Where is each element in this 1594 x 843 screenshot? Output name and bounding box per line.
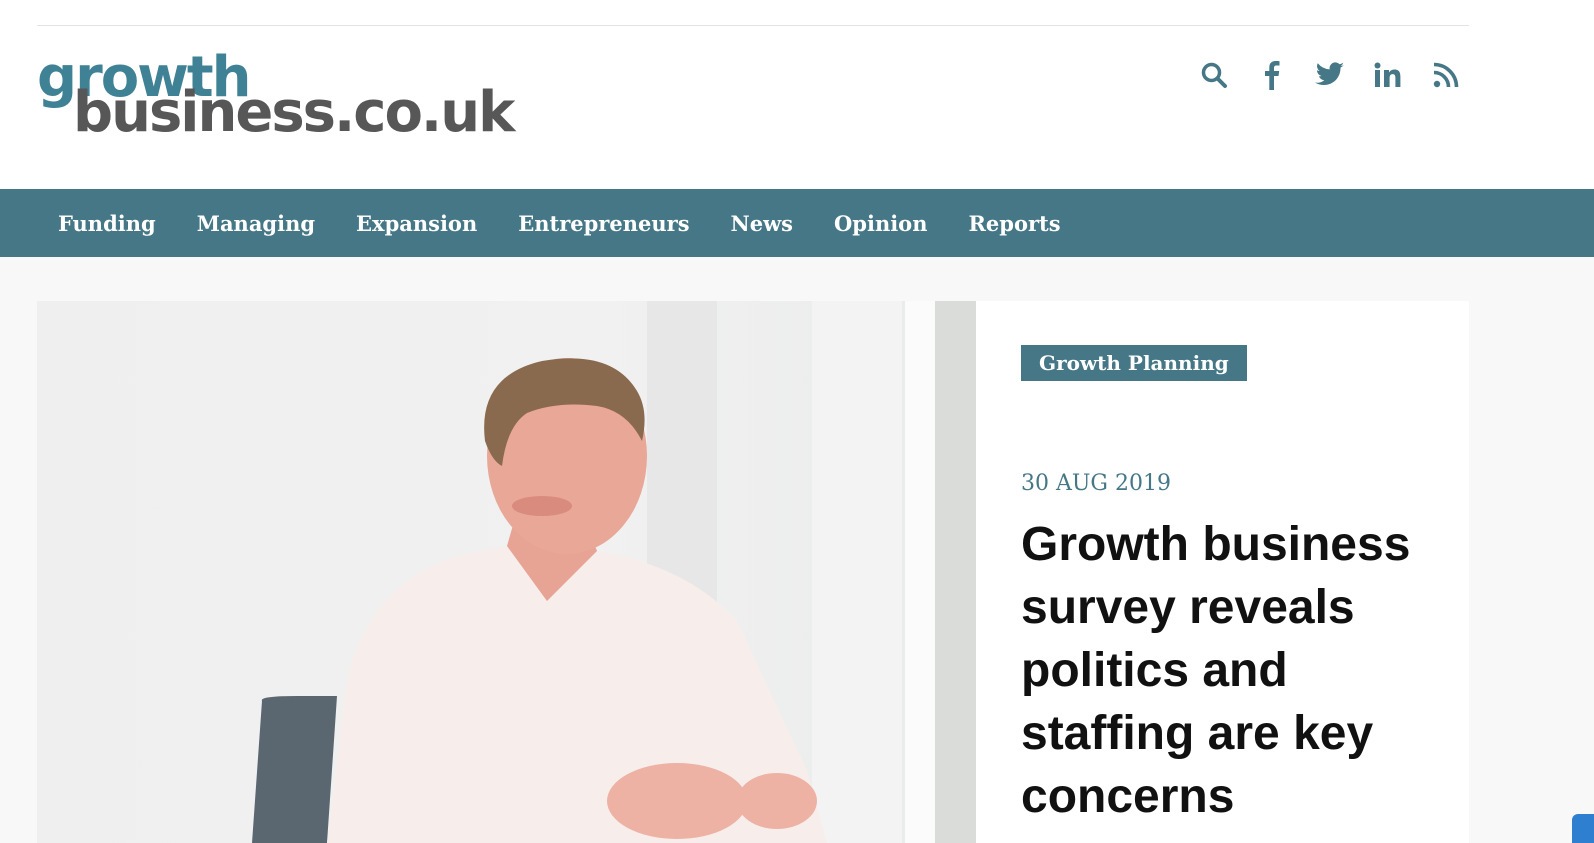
social-links [1198, 56, 1462, 94]
rss-icon[interactable] [1430, 59, 1462, 91]
site-logo[interactable]: growth business.co.uk [37, 50, 515, 145]
main-nav: Funding Managing Expansion Entrepreneurs… [0, 189, 1594, 257]
logo-line-2: business.co.uk [73, 80, 515, 145]
nav-item-funding[interactable]: Funding [58, 211, 156, 236]
chat-widget-tab[interactable] [1572, 814, 1594, 843]
nav-item-expansion[interactable]: Expansion [356, 211, 477, 236]
top-divider [37, 25, 1469, 26]
nav-item-entrepreneurs[interactable]: Entrepreneurs [518, 211, 689, 236]
category-tag[interactable]: Growth Planning [1021, 345, 1247, 381]
nav-item-reports[interactable]: Reports [968, 211, 1060, 236]
nav-item-news[interactable]: News [731, 211, 793, 236]
nav-item-managing[interactable]: Managing [197, 211, 315, 236]
linkedin-icon[interactable] [1372, 59, 1404, 91]
article-headline[interactable]: Growth business survey reveals politics … [1021, 513, 1451, 828]
article-date: 30 AUG 2019 [1021, 471, 1171, 496]
nav-item-opinion[interactable]: Opinion [834, 211, 927, 236]
featured-image[interactable] [37, 301, 976, 843]
twitter-icon[interactable] [1314, 59, 1346, 91]
featured-article-card: Growth Planning 30 AUG 2019 Growth busin… [976, 301, 1469, 843]
facebook-icon[interactable] [1256, 59, 1288, 91]
search-icon[interactable] [1198, 59, 1230, 91]
